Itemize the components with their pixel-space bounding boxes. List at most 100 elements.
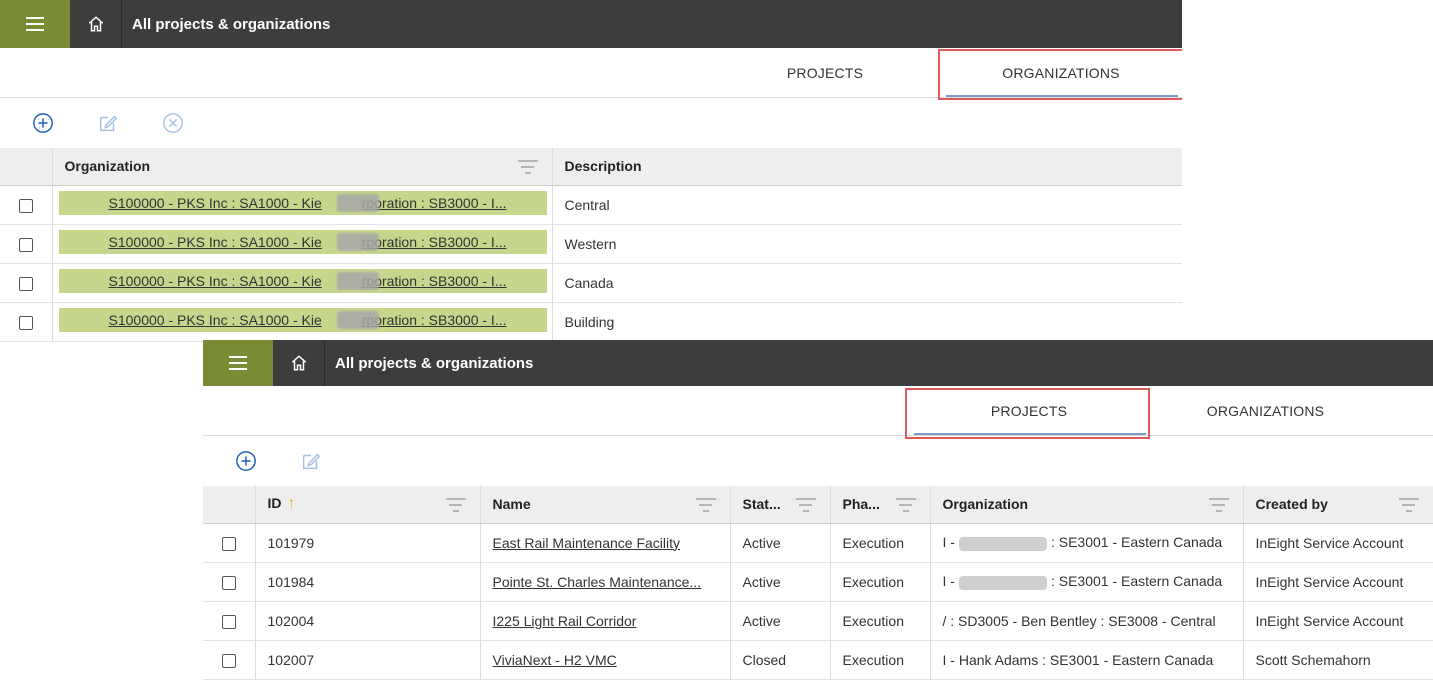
created-by-cell: Scott Schemahorn — [1243, 640, 1433, 680]
filter-icon[interactable] — [695, 498, 716, 512]
table-header-row: ID ↑ Name Stat... Pha... Organization Cr… — [203, 486, 1433, 524]
table-row[interactable]: 102007 ViviaNext - H2 VMC Closed Executi… — [203, 640, 1433, 680]
home-button[interactable] — [273, 340, 325, 386]
phase-column-header[interactable]: Pha... — [830, 486, 931, 524]
id-column-header[interactable]: ID ↑ — [255, 486, 481, 524]
add-button[interactable] — [32, 112, 54, 134]
name-column-header[interactable]: Name — [480, 486, 731, 524]
filter-icon[interactable] — [445, 498, 466, 512]
tab-organizations[interactable]: ORGANIZATIONS — [940, 48, 1182, 98]
hamburger-menu-button[interactable] — [0, 0, 70, 48]
filter-icon[interactable] — [795, 498, 816, 512]
created-by-column-header[interactable]: Created by — [1243, 486, 1433, 524]
row-checkbox[interactable] — [221, 653, 236, 668]
row-checkbox[interactable] — [221, 536, 236, 551]
column-header-label: Description — [564, 158, 642, 175]
tab-projects[interactable]: PROJECTS — [908, 386, 1150, 436]
row-checkbox[interactable] — [18, 315, 33, 330]
description-cell: Canada — [552, 263, 1182, 303]
table-row[interactable]: S100000 - PKS Inc : SA1000 - Kie rporatio… — [0, 224, 1182, 264]
page-title: All projects & organizations — [132, 15, 331, 33]
row-checkbox[interactable] — [18, 198, 33, 213]
edit-button[interactable] — [300, 450, 322, 472]
filter-icon[interactable] — [895, 498, 916, 512]
status-column-header[interactable]: Stat... — [730, 486, 831, 524]
tab-organizations[interactable]: ORGANIZATIONS — [1178, 386, 1353, 436]
column-header-label: Organization — [942, 496, 1029, 513]
home-icon — [88, 16, 103, 32]
organization-chip: S100000 - PKS Inc : SA1000 - Kie rporatio… — [58, 230, 547, 254]
organization-link[interactable]: S100000 - PKS Inc : SA1000 - Kie rporatio… — [109, 312, 507, 328]
description-cell: Western — [552, 224, 1182, 264]
delete-button[interactable] — [162, 112, 184, 134]
redacted-text — [336, 194, 379, 212]
tab-projects[interactable]: PROJECTS — [740, 48, 910, 98]
filter-icon[interactable] — [517, 160, 538, 174]
organization-cell: I -: SE3001 - Eastern Canada — [930, 562, 1244, 602]
project-name-link[interactable]: Pointe St. Charles Maintenance... — [493, 574, 702, 590]
project-name-link[interactable]: East Rail Maintenance Facility — [493, 535, 681, 551]
toolbar — [0, 98, 1182, 148]
edit-icon — [99, 115, 118, 132]
phase-cell: Execution — [830, 640, 931, 680]
organization-link[interactable]: S100000 - PKS Inc : SA1000 - Kie rporatio… — [109, 195, 507, 211]
id-cell: 101984 — [255, 562, 481, 602]
home-button[interactable] — [70, 0, 122, 48]
filter-icon[interactable] — [1398, 498, 1419, 512]
organization-link[interactable]: S100000 - PKS Inc : SA1000 - Kie rporatio… — [109, 234, 507, 250]
row-checkbox[interactable] — [221, 575, 236, 590]
select-all-column-header — [203, 486, 256, 524]
column-header-label: Created by — [1255, 496, 1328, 513]
table-row[interactable]: 101984 Pointe St. Charles Maintenance...… — [203, 562, 1433, 602]
table-row[interactable]: S100000 - PKS Inc : SA1000 - Kie rporatio… — [0, 185, 1182, 225]
hamburger-menu-button[interactable] — [203, 340, 273, 386]
organization-link[interactable]: S100000 - PKS Inc : SA1000 - Kie rporatio… — [109, 273, 507, 289]
redacted-text — [958, 575, 1047, 590]
hamburger-icon — [26, 17, 44, 31]
organization-chip: S100000 - PKS Inc : SA1000 - Kie rporatio… — [58, 308, 547, 332]
redacted-text — [958, 536, 1047, 551]
description-cell: Building — [552, 302, 1182, 342]
edit-icon — [302, 453, 321, 470]
table-row[interactable]: 102004 I225 Light Rail Corridor Active E… — [203, 601, 1433, 641]
projects-panel: All projects & organizations PROJECTS OR… — [203, 340, 1433, 683]
project-name-link[interactable]: ViviaNext - H2 VMC — [493, 652, 617, 668]
table-row[interactable]: S100000 - PKS Inc : SA1000 - Kie rporatio… — [0, 302, 1182, 342]
row-checkbox[interactable] — [18, 237, 33, 252]
status-cell: Closed — [730, 640, 831, 680]
description-cell: Central — [552, 185, 1182, 225]
row-checkbox[interactable] — [221, 614, 236, 629]
tab-bar: PROJECTS ORGANIZATIONS — [203, 386, 1433, 439]
id-cell: 101979 — [255, 523, 481, 563]
edit-button[interactable] — [97, 112, 119, 134]
add-button[interactable] — [235, 450, 257, 472]
delete-circle-icon — [163, 113, 183, 133]
table-row[interactable]: 101979 East Rail Maintenance Facility Ac… — [203, 523, 1433, 563]
table-header-row: Organization Description — [0, 148, 1182, 186]
status-cell: Active — [730, 523, 831, 563]
filter-icon[interactable] — [1208, 498, 1229, 512]
created-by-cell: InEight Service Account — [1243, 562, 1433, 602]
table-row[interactable]: S100000 - PKS Inc : SA1000 - Kie rporatio… — [0, 263, 1182, 303]
description-column-header[interactable]: Description — [552, 148, 1182, 186]
organization-column-header[interactable]: Organization — [52, 148, 553, 186]
add-circle-icon — [33, 113, 53, 133]
organization-chip: S100000 - PKS Inc : SA1000 - Kie rporatio… — [58, 269, 547, 293]
phase-cell: Execution — [830, 523, 931, 563]
column-header-label: Stat... — [742, 496, 781, 513]
projects-table: ID ↑ Name Stat... Pha... Organization Cr… — [203, 486, 1433, 680]
column-header-label: Organization — [64, 158, 151, 175]
id-cell: 102007 — [255, 640, 481, 680]
created-by-cell: InEight Service Account — [1243, 601, 1433, 641]
project-name-link[interactable]: I225 Light Rail Corridor — [493, 613, 637, 629]
redacted-text — [336, 233, 379, 251]
redacted-text — [336, 311, 379, 329]
row-checkbox[interactable] — [18, 276, 33, 291]
column-header-label: ID — [267, 495, 282, 512]
home-icon — [291, 355, 306, 371]
column-header-label: Pha... — [842, 496, 880, 513]
organizations-table: Organization Description S100000 - PKS I… — [0, 148, 1182, 342]
organization-cell: I -: SE3001 - Eastern Canada — [930, 523, 1244, 563]
phase-cell: Execution — [830, 562, 931, 602]
organization-column-header[interactable]: Organization — [930, 486, 1244, 524]
